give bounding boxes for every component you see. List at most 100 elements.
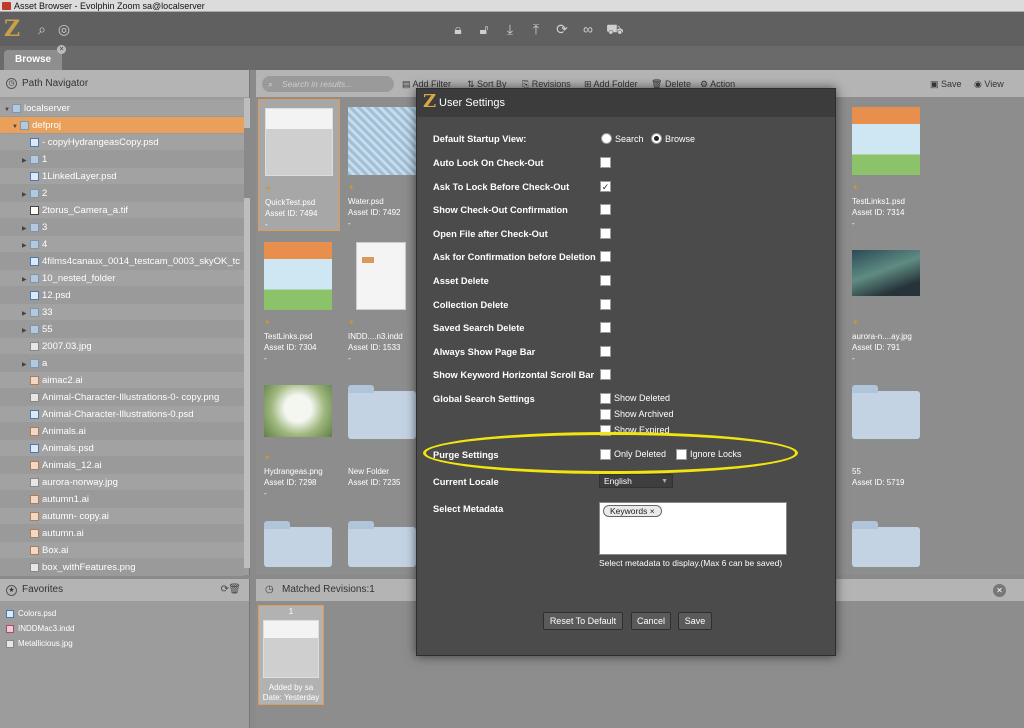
expand-toggle-icon[interactable]: ▶	[22, 153, 30, 167]
close-icon[interactable]: ✕	[993, 584, 1006, 597]
tab-browse[interactable]: Browse ×	[4, 45, 66, 70]
expand-toggle-icon[interactable]: ▶	[22, 306, 30, 320]
tree-item-label: 55	[42, 324, 53, 335]
tree-scrollbar[interactable]	[244, 98, 250, 568]
tree-item-label: 2007.03.jpg	[42, 341, 92, 352]
favorite-item[interactable]: Colors.psd	[0, 606, 249, 621]
setting-checkbox[interactable]	[600, 204, 611, 216]
search-icon: ⌕	[268, 79, 273, 89]
trash-icon[interactable]: 🗑︎	[228, 579, 241, 601]
view-button[interactable]: ◉ View	[974, 78, 1004, 90]
tree-item[interactable]: Animals.psd	[0, 440, 244, 457]
tree-item[interactable]: 1LinkedLayer.psd	[0, 168, 244, 185]
tree-item[interactable]: Animals_12.ai	[0, 457, 244, 474]
tree-item[interactable]: aurora-norway.jpg	[0, 474, 244, 491]
tree-item[interactable]: box_withFeatures.png	[0, 559, 244, 576]
expand-toggle-icon[interactable]: ▼	[12, 119, 20, 133]
setting-checkbox[interactable]	[600, 322, 611, 334]
metadata-selector[interactable]: Keywords ×	[599, 502, 787, 555]
locale-select[interactable]: English ▼	[599, 474, 673, 488]
expand-toggle-icon[interactable]: ▶	[22, 238, 30, 252]
lock-icon[interactable]: 🔒︎	[450, 22, 466, 36]
tree-item[interactable]: ▶ 1	[0, 151, 244, 168]
tree-item[interactable]: Animals.ai	[0, 423, 244, 440]
scrollbar-thumb[interactable]	[244, 128, 250, 198]
save-search-button[interactable]: ▣ Save	[930, 78, 962, 90]
asset-tile-folder-55[interactable]: 55 Asset ID: 5719	[846, 369, 928, 501]
tree-item[interactable]: ▶ a	[0, 355, 244, 372]
close-tab-icon[interactable]: ×	[57, 45, 66, 54]
search-in-results-input[interactable]: ⌕ Search in results...	[262, 76, 394, 92]
tree-item[interactable]: Box.ai	[0, 542, 244, 559]
expand-toggle-icon[interactable]: ▶	[22, 323, 30, 337]
setting-checkbox[interactable]	[600, 345, 611, 357]
asset-tile-water[interactable]: ✦ Water.psd Asset ID: 7492 -	[342, 99, 424, 231]
tree-item[interactable]: autumn.ai	[0, 525, 244, 542]
setting-checkbox[interactable]: ✓	[600, 180, 611, 192]
globe-icon[interactable]: ◎	[56, 22, 72, 36]
dialog-titlebar[interactable]: Z User Settings	[417, 89, 835, 117]
expand-toggle-icon[interactable]: ▶	[22, 357, 30, 371]
asset-tile-testlinks1[interactable]: ✦ TestLinks1.psd Asset ID: 7314 -	[846, 99, 928, 231]
radio-search[interactable]	[601, 133, 612, 144]
tree-item[interactable]: autumn1.ai	[0, 491, 244, 508]
tree-item[interactable]: ▶ 33	[0, 304, 244, 321]
asset-tile-new-folder[interactable]: New Folder Asset ID: 7235	[342, 369, 424, 501]
favorite-item[interactable]: INDDMac3.indd	[0, 621, 249, 636]
asset-tile-testlinks[interactable]: ✦ TestLinks.psd Asset ID: 7304 -	[258, 234, 340, 366]
setting-checkbox[interactable]	[600, 298, 611, 310]
tree-item[interactable]: ▶ 4	[0, 236, 244, 253]
cancel-button[interactable]: Cancel	[631, 612, 671, 630]
app-icon	[2, 2, 11, 10]
asset-tile-quicktest[interactable]: ✦ QuickTest.psd Asset ID: 7494 -	[258, 99, 340, 231]
asset-tile-folder[interactable]	[258, 505, 340, 571]
setting-checkbox[interactable]	[600, 251, 611, 263]
reset-to-default-button[interactable]: Reset To Default	[543, 612, 623, 630]
setting-checkbox[interactable]	[600, 275, 611, 286]
tree-item[interactable]: ▼ localserver	[0, 100, 244, 117]
tree-item[interactable]: - copyHydrangeasCopy.psd	[0, 134, 244, 151]
tree-item[interactable]: ▶ 3	[0, 219, 244, 236]
radio-browse[interactable]	[651, 133, 662, 144]
tree-item[interactable]: Animal-Character-Illustrations-0.psd	[0, 406, 244, 423]
asset-tile-folder[interactable]	[342, 505, 424, 571]
tree-item[interactable]: ▶ 2	[0, 185, 244, 202]
indd-file-icon	[6, 624, 14, 633]
setting-checkbox[interactable]	[600, 369, 611, 381]
cart-icon[interactable]: ⛟	[606, 22, 624, 36]
tree-item[interactable]: aimac2.ai	[0, 372, 244, 389]
tree-item[interactable]: autumn- copy.ai	[0, 508, 244, 525]
setting-checkbox[interactable]	[600, 227, 611, 239]
link-icon[interactable]: ∞	[580, 22, 596, 36]
download-icon[interactable]: ⤓	[502, 22, 518, 36]
tree-item[interactable]: ▶ 10_nested_folder	[0, 270, 244, 287]
sync-icon[interactable]: ⟳	[554, 22, 570, 36]
show-deleted-checkbox[interactable]	[600, 393, 611, 404]
expand-toggle-icon[interactable]: ▶	[22, 221, 30, 235]
upload-icon[interactable]: ⤒	[528, 22, 544, 36]
search-icon[interactable]: ⌕	[34, 22, 50, 36]
asset-tile-indd[interactable]: ✦ INDD....n3.indd Asset ID: 1533 -	[342, 234, 424, 366]
tree-item[interactable]: 2torus_Camera_a.tif	[0, 202, 244, 219]
expand-toggle-icon[interactable]: ▼	[4, 102, 12, 116]
tree-item[interactable]: ▼ defproj	[0, 117, 244, 134]
asset-tile-aurora[interactable]: ✦ aurora-n....ay.jpg Asset ID: 791 -	[846, 234, 928, 366]
save-button[interactable]: Save	[678, 612, 712, 630]
asset-tile-folder[interactable]	[846, 505, 928, 571]
tree-item[interactable]: 4films4canaux_0014_testcam_0003_skyOK_tc	[0, 253, 244, 270]
tif-icon	[30, 205, 39, 215]
show-archived-checkbox[interactable]	[600, 409, 611, 420]
tree-item[interactable]: 12.psd	[0, 287, 244, 304]
setting-checkbox[interactable]	[600, 157, 611, 168]
remove-chip-icon[interactable]: ×	[650, 506, 655, 516]
unlock-icon[interactable]: 🔓︎	[476, 22, 492, 36]
tree-item[interactable]: 2007.03.jpg	[0, 338, 244, 355]
metadata-chip[interactable]: Keywords ×	[603, 505, 662, 517]
tree-item[interactable]: ▶ 55	[0, 321, 244, 338]
favorite-item[interactable]: Metallicious.jpg	[0, 636, 249, 651]
asset-tile-hydrangeas[interactable]: ✦ Hydrangeas.png Asset ID: 7298 -	[258, 369, 340, 501]
expand-toggle-icon[interactable]: ▶	[22, 272, 30, 286]
revision-card[interactable]: 1 Added by sa Date: Yesterday	[258, 605, 324, 705]
expand-toggle-icon[interactable]: ▶	[22, 187, 30, 201]
tree-item[interactable]: Animal-Character-Illustrations-0- copy.p…	[0, 389, 244, 406]
